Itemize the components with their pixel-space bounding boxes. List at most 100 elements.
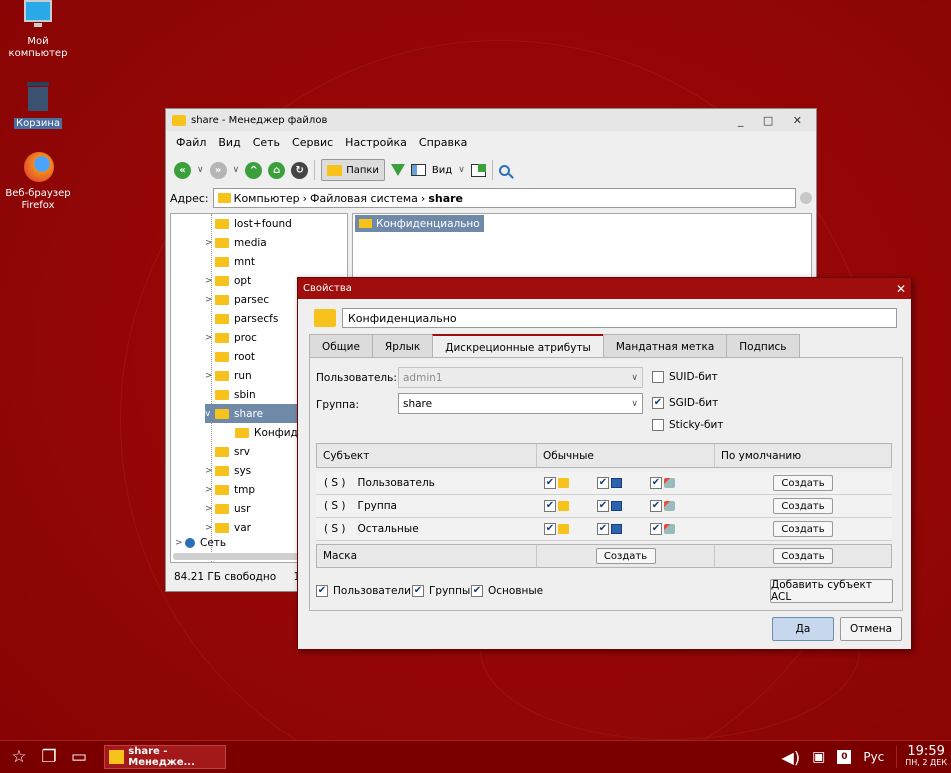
tree-item[interactable]: > parsec — [205, 290, 269, 309]
windows-icon[interactable]: ❐ — [38, 746, 60, 768]
desktop-icon-trash[interactable]: Корзина — [3, 82, 73, 130]
create-mask-default-button[interactable]: Создать — [773, 548, 833, 564]
volume-icon[interactable]: ◀) — [782, 748, 801, 767]
write-permission[interactable]: ✔ — [597, 477, 622, 489]
home-icon[interactable]: ⌂ — [268, 161, 286, 179]
checkmark-icon: ✔ — [652, 397, 664, 409]
write-permission[interactable]: ✔ — [597, 523, 622, 535]
close-icon[interactable]: ✕ — [896, 282, 906, 296]
menu-help[interactable]: Справка — [413, 136, 473, 149]
breadcrumb-computer[interactable]: Компьютер — [234, 192, 300, 205]
chevron-down-icon[interactable]: ∨ — [458, 165, 465, 175]
read-permission[interactable]: ✔ — [544, 500, 569, 512]
file-item-selected[interactable]: Конфиденциально — [355, 215, 484, 232]
tree-item[interactable]: > run — [205, 366, 252, 385]
create-default-button[interactable]: Создать — [773, 521, 833, 537]
tab-mandatory-label[interactable]: Мандатная метка — [602, 334, 728, 358]
forward-icon[interactable]: » — [209, 161, 227, 179]
add-acl-subject-button[interactable]: Добавить субъект ACL — [770, 579, 893, 603]
start-menu-icon[interactable]: ☆ — [8, 746, 30, 768]
keyboard-badge[interactable]: 0 — [837, 750, 852, 764]
acl-row-group[interactable]: ( S ) Группа ✔ ✔ ✔ Создать — [316, 495, 892, 518]
desktop-icon-firefox[interactable]: Веб-браузер Firefox — [3, 152, 73, 212]
ok-button[interactable]: Да — [772, 617, 834, 641]
acl-row-user[interactable]: ( S ) Пользователь ✔ ✔ ✔ Создать — [316, 472, 892, 495]
address-input[interactable]: Компьютер › Файловая система › share — [212, 188, 796, 208]
sticky-checkbox[interactable]: Sticky-бит — [652, 419, 723, 431]
menu-service[interactable]: Сервис — [286, 136, 339, 149]
tree-item[interactable]: mnt — [205, 252, 255, 271]
tree-item[interactable]: srv — [205, 442, 250, 461]
menu-view[interactable]: Вид — [212, 136, 246, 149]
tab-discretionary[interactable]: Дискреционные атрибуты — [432, 334, 604, 359]
new-window-icon[interactable] — [470, 163, 486, 177]
status-free-space: 84.21 ГБ свободно — [174, 571, 277, 583]
checkmark-icon: ✔ — [650, 477, 662, 489]
refresh-icon[interactable]: ↻ — [291, 161, 309, 179]
search-icon[interactable] — [498, 164, 510, 176]
tab-signature[interactable]: Подпись — [726, 334, 800, 358]
tree-item[interactable]: > proc — [205, 328, 257, 347]
read-permission[interactable]: ✔ — [544, 477, 569, 489]
tree-item[interactable]: > usr — [205, 499, 250, 518]
up-icon[interactable]: ^ — [245, 161, 263, 179]
tree-item[interactable]: > media — [205, 233, 267, 252]
menu-network[interactable]: Сеть — [247, 136, 286, 149]
view-icon[interactable] — [410, 164, 426, 176]
cancel-button[interactable]: Отмена — [840, 617, 902, 641]
create-default-button[interactable]: Создать — [773, 475, 833, 491]
read-permission[interactable]: ✔ — [544, 523, 569, 535]
save-icon — [611, 501, 622, 511]
tree-item[interactable]: root — [205, 347, 255, 366]
filter-groups-checkbox[interactable]: ✔ Группы — [412, 585, 470, 597]
menu-file[interactable]: Файл — [170, 136, 212, 149]
user-select[interactable]: admin1 ∨ — [398, 367, 643, 388]
tree-item[interactable]: sbin — [205, 385, 256, 404]
filter-basic-checkbox[interactable]: ✔ Основные — [471, 585, 543, 597]
breadcrumb-share[interactable]: share — [428, 192, 463, 205]
folder-icon — [215, 313, 229, 324]
desktop-icon-label: Веб-браузер Firefox — [5, 188, 71, 211]
filter-icon[interactable] — [390, 164, 405, 176]
breadcrumb-filesystem[interactable]: Файловая система — [310, 192, 418, 205]
network-icon[interactable]: ▣ — [812, 749, 825, 765]
create-mask-button[interactable]: Создать — [595, 548, 656, 564]
back-icon[interactable]: « — [174, 161, 191, 179]
tree-item[interactable]: > Сеть — [175, 537, 226, 549]
execute-permission[interactable]: ✔ — [650, 523, 675, 535]
chevron-down-icon[interactable]: ∨ — [233, 165, 240, 175]
keyboard-layout[interactable]: Рус — [863, 750, 884, 764]
name-field[interactable]: Конфиденциально — [342, 308, 897, 328]
menu-settings[interactable]: Настройка — [339, 136, 413, 149]
chevron-down-icon[interactable]: ∨ — [197, 165, 204, 175]
go-icon[interactable] — [800, 192, 812, 204]
folders-button[interactable]: Папки — [321, 159, 385, 181]
tab-shortcut[interactable]: Ярлык — [371, 334, 434, 358]
tree-item[interactable]: > opt — [205, 271, 251, 290]
window-controls[interactable]: _ □ ✕ — [738, 114, 810, 127]
taskbar-item-file-manager[interactable]: share - Менедже... — [104, 745, 226, 769]
tree-item[interactable]: > tmp — [205, 480, 255, 499]
clock[interactable]: 19:59 ПН, 2 ДЕК — [896, 745, 947, 768]
tree-item[interactable]: > var — [205, 518, 251, 537]
suid-checkbox[interactable]: SUID-бит — [652, 371, 718, 383]
chevron-down-icon: ∨ — [631, 372, 638, 383]
create-default-button[interactable]: Создать — [773, 498, 833, 514]
desktop-switch-icon[interactable]: ▭ — [68, 746, 90, 768]
sgid-checkbox[interactable]: ✔ SGID-бит — [652, 397, 718, 409]
desktop-icon-my-computer[interactable]: Мой компьютер — [3, 0, 73, 60]
execute-permission[interactable]: ✔ — [650, 477, 675, 489]
group-select[interactable]: share ∨ — [398, 393, 643, 414]
view-label[interactable]: Вид — [432, 165, 452, 176]
execute-permission[interactable]: ✔ — [650, 500, 675, 512]
tree-item[interactable]: parsecfs — [205, 309, 278, 328]
properties-dialog: Свойства ✕ Конфиденциально Общие Ярлык Д… — [297, 277, 912, 650]
write-permission[interactable]: ✔ — [597, 500, 622, 512]
tab-general[interactable]: Общие — [309, 334, 373, 358]
folder-icon — [215, 446, 229, 457]
tree-item[interactable]: lost+found — [205, 214, 292, 233]
status-bar: 84.21 ГБ свободно 1 э — [174, 571, 309, 583]
filter-users-checkbox[interactable]: ✔ Пользователи — [316, 585, 411, 597]
acl-row-others[interactable]: ( S ) Остальные ✔ ✔ ✔ Создать — [316, 518, 892, 541]
tree-item[interactable]: > sys — [205, 461, 251, 480]
